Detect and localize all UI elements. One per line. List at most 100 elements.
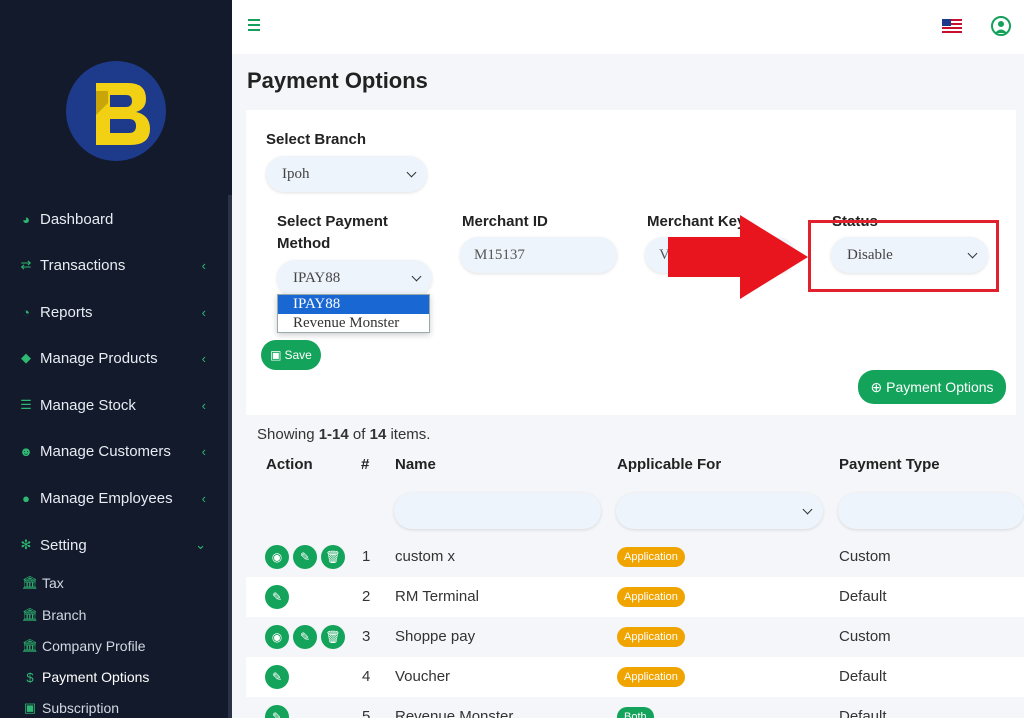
row-number: 5 <box>362 708 371 718</box>
sidebar-subitem-payment-options[interactable]: $ Payment Options <box>22 667 149 687</box>
save-button[interactable]: ▣ Save <box>261 340 321 370</box>
chevron-left-icon: ‹ <box>201 304 206 320</box>
bank-icon: 🏛 <box>21 575 39 590</box>
row-number: 3 <box>362 628 371 645</box>
gears-icon: ✻ <box>20 537 32 552</box>
applicable-filter-select[interactable] <box>616 493 823 529</box>
chevron-down-icon <box>802 504 813 515</box>
sidebar-item-manage-products[interactable]: ◆ Manage Products ‹ <box>18 346 218 370</box>
sidebar-item-label: Dashboard <box>40 210 114 228</box>
sidebar-subitem-branch[interactable]: 🏛 Branch <box>21 605 87 625</box>
merchant-id-input[interactable]: M15137 <box>460 237 617 273</box>
sidebar-subitem-company-profile[interactable]: 🏛 Company Profile <box>22 636 146 656</box>
chevron-left-icon: ‹ <box>201 257 206 273</box>
add-payment-option-button[interactable]: ⊕ Payment Options <box>858 370 1006 404</box>
top-bar <box>232 0 1024 54</box>
applicable-badge: Application <box>617 627 685 647</box>
applicable-badge: Application <box>617 547 685 567</box>
edit-icon[interactable]: ✎ <box>265 705 289 718</box>
header-applicable-for[interactable]: Applicable For <box>617 456 721 473</box>
sidebar-item-manage-stock[interactable]: ☰ Manage Stock ‹ <box>18 393 218 417</box>
edit-icon[interactable]: ✎ <box>293 545 317 569</box>
row-payment-type: Default <box>839 668 887 685</box>
users-icon: ☻ <box>19 443 33 459</box>
sidebar-item-label: Manage Employees <box>40 489 173 507</box>
applicable-badge: Application <box>617 587 685 607</box>
brand-logo <box>66 61 166 161</box>
sidebar-scrollbar[interactable] <box>228 195 232 718</box>
box-icon: ◆ <box>21 350 31 365</box>
sidebar-item-manage-employees[interactable]: ● Manage Employees ‹ <box>18 486 218 510</box>
chevron-down-icon <box>411 271 422 282</box>
branch-select[interactable]: Ipoh <box>266 156 427 192</box>
save-icon: ▣ <box>270 348 282 362</box>
dollar-icon: $ <box>26 669 34 685</box>
chevron-left-icon: ‹ <box>201 397 206 413</box>
table-row: ◉ ✎ 🗑 1 custom x Application Custom <box>246 537 1024 577</box>
name-filter-input[interactable] <box>394 493 601 529</box>
row-payment-type: Custom <box>839 548 891 565</box>
sidebar-item-label: Manage Customers <box>40 442 171 460</box>
branch-select-value: Ipoh <box>282 165 310 182</box>
sidebar-subitem-tax[interactable]: 🏛 Tax <box>22 573 64 593</box>
payment-method-label: Select Payment Method <box>277 213 388 252</box>
sidebar-subitem-label: Tax <box>42 575 64 591</box>
sidebar-item-label: Reports <box>40 303 93 321</box>
sidebar-item-transactions[interactable]: ⇄ Transactions ‹ <box>18 253 218 277</box>
delete-icon[interactable]: 🗑 <box>321 625 345 649</box>
summary-total: 14 <box>369 426 387 443</box>
hamburger-menu-icon[interactable] <box>248 19 260 31</box>
row-number: 4 <box>362 668 371 685</box>
summary-prefix: Showing <box>257 426 319 443</box>
edit-icon[interactable]: ✎ <box>265 665 289 689</box>
applicable-badge: Application <box>617 667 685 687</box>
payment-method-select[interactable]: IPAY88 <box>277 260 432 296</box>
briefcase-icon: ▣ <box>23 700 37 715</box>
payment-method-dropdown: IPAY88 Revenue Monster <box>277 294 430 333</box>
row-payment-type: Default <box>839 708 887 718</box>
edit-icon[interactable]: ✎ <box>265 585 289 609</box>
delete-icon[interactable]: 🗑 <box>321 545 345 569</box>
header-payment-type[interactable]: Payment Type <box>839 456 940 473</box>
user-account-icon[interactable] <box>991 16 1011 36</box>
dropdown-option-ipay88[interactable]: IPAY88 <box>278 295 429 314</box>
sidebar-subitem-label: Payment Options <box>42 669 150 685</box>
sidebar-subitem-subscription[interactable]: ▣ Subscription <box>22 698 119 718</box>
pie-chart-icon: ◔ <box>22 304 30 320</box>
sidebar-item-label: Manage Products <box>40 349 158 367</box>
row-number: 2 <box>362 588 371 605</box>
sidebar-item-label: Setting <box>40 536 87 554</box>
branch-label: Select Branch <box>266 131 367 148</box>
highlight-box <box>808 220 999 292</box>
payment-type-filter-input[interactable] <box>838 493 1024 529</box>
table-row: ◉ ✎ 🗑 3 Shoppe pay Application Custom <box>246 617 1024 657</box>
edit-icon[interactable]: ✎ <box>293 625 317 649</box>
header-action: Action <box>266 456 313 473</box>
view-icon[interactable]: ◉ <box>265 545 289 569</box>
row-name: Voucher <box>395 668 451 685</box>
table-row: ✎ 4 Voucher Application Default <box>246 657 1024 697</box>
bank-icon: 🏛 <box>21 607 39 622</box>
sidebar-item-reports[interactable]: ◔ Reports ‹ <box>18 300 218 324</box>
row-payment-type: Default <box>839 588 887 605</box>
sidebar-item-setting[interactable]: ✻ Setting ⌄ <box>18 533 218 557</box>
sidebar-item-label: Transactions <box>40 256 126 274</box>
plus-circle-icon: ⊕ <box>870 378 883 395</box>
summary-mid: of <box>348 426 370 443</box>
user-icon: ● <box>22 490 30 506</box>
add-payment-option-label: Payment Options <box>886 379 994 395</box>
sidebar-item-manage-customers[interactable]: ☻ Manage Customers ‹ <box>18 439 218 463</box>
table-summary: Showing 1-14 of 14 items. <box>257 426 430 443</box>
payment-method-value: IPAY88 <box>293 269 341 286</box>
sidebar-item-dashboard[interactable]: ◕ Dashboard <box>18 207 218 231</box>
dashboard-icon: ◕ <box>22 211 30 227</box>
dropdown-option-revenue-monster[interactable]: Revenue Monster <box>278 314 429 333</box>
chevron-left-icon: ‹ <box>201 350 206 366</box>
header-number[interactable]: # <box>361 456 369 473</box>
sidebar-item-label: Manage Stock <box>40 396 136 414</box>
us-flag-icon[interactable] <box>942 19 962 33</box>
header-name[interactable]: Name <box>395 456 436 473</box>
row-name: custom x <box>395 548 456 565</box>
table-row: ✎ 2 RM Terminal Application Default <box>246 577 1024 617</box>
view-icon[interactable]: ◉ <box>265 625 289 649</box>
